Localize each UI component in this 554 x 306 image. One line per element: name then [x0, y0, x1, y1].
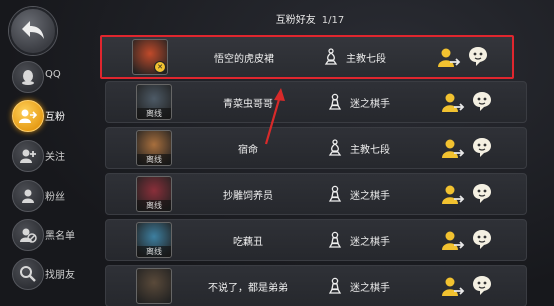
bishop-piece-icon	[328, 139, 342, 161]
friend-list[interactable]: ✕ 悟空的虎皮裙 主教七段 离线 青菜虫哥哥 迷之棋手 离线 宿命 主教七段 离线 抄雕饲养员 迷之棋…	[100, 30, 530, 306]
pawn-piece-icon	[328, 93, 342, 115]
chat-icon[interactable]	[467, 45, 489, 67]
fans-icon	[12, 180, 44, 212]
friend-rank: 迷之棋手	[350, 283, 390, 294]
nav-label: 黑名单	[45, 231, 75, 242]
friend-name: 青菜虫哥哥	[223, 99, 273, 110]
chat-icon[interactable]	[471, 228, 493, 250]
friend-name: 吃藕丑	[233, 237, 263, 248]
chat-icon[interactable]	[471, 90, 493, 112]
avatar[interactable]: 离线	[136, 176, 172, 212]
follow-user-icon[interactable]	[441, 90, 465, 114]
back-button[interactable]	[9, 7, 57, 55]
nav-label: 互粉	[45, 112, 65, 123]
follow-user-icon[interactable]	[437, 45, 461, 69]
follow-user-icon[interactable]	[441, 182, 465, 206]
nav-item-blacklist[interactable]: 黑名单	[12, 219, 82, 251]
header-title: 互粉好友	[275, 15, 316, 26]
status-badge: 离线	[137, 200, 171, 211]
follow-user-icon[interactable]	[441, 274, 465, 298]
friend-name: 不说了，都是弟弟	[208, 283, 288, 294]
nav-label: 粉丝	[45, 192, 65, 203]
friend-rank: 迷之棋手	[350, 99, 390, 110]
friend-row[interactable]: 离线 抄雕饲养员 迷之棋手	[105, 173, 527, 215]
nav-label: 关注	[45, 152, 65, 163]
friend-name: 悟空的虎皮裙	[214, 54, 274, 65]
friend-row[interactable]: 不说了，都是弟弟 迷之棋手	[105, 265, 527, 306]
close-badge-icon: ✕	[154, 61, 166, 73]
friend-rank: 主教七段	[346, 54, 386, 65]
avatar[interactable]: ✕	[132, 39, 168, 75]
blacklist-icon	[12, 219, 44, 251]
status-badge: 离线	[137, 108, 171, 119]
page-title: 互粉好友 1/17	[90, 11, 530, 26]
friend-row[interactable]: 离线 青菜虫哥哥 迷之棋手	[105, 81, 527, 123]
friend-rank: 迷之棋手	[350, 237, 390, 248]
pawn-piece-icon	[328, 277, 342, 299]
nav-item-follow[interactable]: 关注	[12, 140, 82, 172]
follow-icon	[12, 140, 44, 172]
friend-rank: 迷之棋手	[350, 191, 390, 202]
avatar[interactable]: 离线	[136, 130, 172, 166]
bishop-piece-icon	[324, 48, 338, 70]
search-friend-icon	[12, 258, 44, 290]
nav-item-fans[interactable]: 粉丝	[12, 180, 82, 212]
friend-name: 抄雕饲养员	[223, 191, 273, 202]
chat-icon[interactable]	[471, 136, 493, 158]
friend-row[interactable]: 离线 宿命 主教七段	[105, 127, 527, 169]
chat-icon[interactable]	[471, 182, 493, 204]
status-badge: 离线	[137, 154, 171, 165]
friend-name: 宿命	[238, 145, 258, 156]
pawn-piece-icon	[328, 185, 342, 207]
back-arrow-icon	[22, 21, 44, 39]
follow-user-icon[interactable]	[441, 136, 465, 160]
nav-item-find-friends[interactable]: 找朋友	[12, 258, 82, 290]
friend-row[interactable]: 离线 吃藕丑 迷之棋手	[105, 219, 527, 261]
pawn-piece-icon	[328, 231, 342, 253]
nav-label: QQ	[45, 69, 61, 80]
friend-rank: 主教七段	[350, 145, 390, 156]
avatar[interactable]	[136, 268, 172, 304]
avatar[interactable]: 离线	[136, 222, 172, 258]
annotation-arrow	[264, 88, 285, 145]
avatar[interactable]: 离线	[136, 84, 172, 120]
qq-icon	[12, 61, 44, 93]
nav-item-mutual[interactable]: 互粉	[12, 100, 82, 132]
status-badge: 离线	[137, 246, 171, 257]
nav-item-qq[interactable]: QQ	[12, 61, 82, 93]
friend-count: 1/17	[321, 15, 345, 26]
follow-user-icon[interactable]	[441, 228, 465, 252]
friend-row[interactable]: ✕ 悟空的虎皮裙 主教七段	[100, 35, 514, 79]
chat-icon[interactable]	[471, 274, 493, 296]
mutual-follow-icon	[12, 100, 44, 132]
nav-label: 找朋友	[45, 270, 75, 281]
